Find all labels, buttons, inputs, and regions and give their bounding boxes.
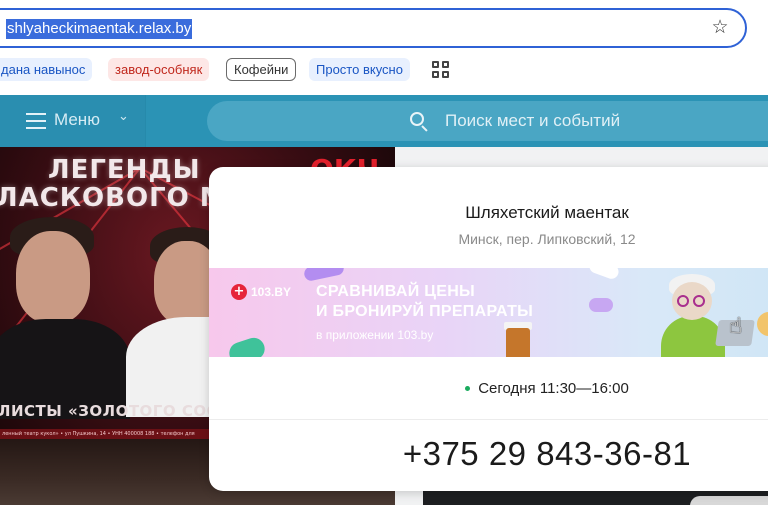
browser-chrome: shlyaheckimaentak.relax.by ☆ дана навыно… — [0, 0, 768, 95]
site-header: Меню ⌄ Поиск мест и событий — [0, 95, 768, 147]
divider — [209, 419, 768, 420]
suggestion-chips: дана навынос завод-особняк Кофейни Прост… — [0, 58, 768, 82]
phone-number[interactable]: +375 29 843-36-81 — [209, 435, 768, 473]
place-address: Минск, пер. Липковский, 12 — [458, 231, 636, 247]
medicine-bottle — [506, 328, 530, 357]
hours-text: Сегодня 11:30—16:00 — [478, 380, 629, 397]
ad-banner[interactable]: + 103.BY СРАВНИВАЙ ЦЕНЫ И БРОНИРУЙ ПРЕПА… — [209, 268, 768, 357]
chip-factory[interactable]: завод-особняк — [108, 58, 210, 81]
poster-fine-print: ленный театр кукол» • ул Пушкина, 14 • У… — [2, 431, 195, 437]
menu-label: Меню — [54, 110, 100, 129]
poster-title-line1: ЛЕГЕНДЫ — [48, 155, 201, 185]
chevron-down-icon: ⌄ — [118, 109, 129, 124]
banner-caption: в приложении 103.by — [316, 328, 434, 342]
pill-decoration — [302, 268, 346, 283]
banner-brand: 103.BY — [251, 285, 292, 299]
plus-icon: + — [231, 284, 247, 300]
performer-left — [0, 207, 140, 419]
menu-button[interactable]: Меню ⌄ — [0, 95, 146, 147]
opening-hours: Сегодня 11:30—16:00 — [209, 380, 768, 397]
chip-tasty[interactable]: Просто вкусно — [309, 58, 410, 81]
url-text[interactable]: shlyaheckimaentak.relax.by — [6, 19, 193, 39]
pill-decoration — [226, 334, 268, 357]
search-icon — [410, 112, 430, 132]
status-dot — [465, 385, 471, 391]
banner-headline-2: И БРОНИРУЙ ПРЕПАРАТЫ — [316, 303, 534, 320]
hand-cursor-icon: ☝ — [729, 314, 743, 339]
page: shlyaheckimaentak.relax.by ☆ дана навыно… — [0, 0, 768, 505]
glasses-icon — [677, 295, 689, 307]
floating-button[interactable] — [690, 496, 768, 505]
grid-icon[interactable] — [432, 61, 450, 79]
hamburger-icon — [26, 113, 46, 129]
star-icon[interactable]: ☆ — [709, 16, 731, 38]
chip-coffee[interactable]: Кофейни — [226, 58, 297, 81]
glasses-icon — [693, 295, 705, 307]
pill-decoration — [757, 312, 768, 336]
pill-decoration — [587, 268, 621, 281]
chip-takeaway[interactable]: дана навынос — [0, 58, 93, 81]
place-title: Шляхетский маентак — [465, 203, 629, 222]
search-placeholder[interactable]: Поиск мест и событий — [445, 111, 620, 131]
pill-decoration — [589, 298, 613, 312]
banner-headline-1: СРАВНИВАЙ ЦЕНЫ — [316, 283, 476, 300]
poster-subtitle: ЛИСТЫ «ЗОЛОТОГО СОСТ — [0, 402, 229, 420]
site-search[interactable]: Поиск мест и событий — [207, 101, 768, 141]
address-bar[interactable]: shlyaheckimaentak.relax.by ☆ — [0, 8, 747, 48]
place-card-modal: Шляхетский маентак Минск, пер. Липковски… — [209, 167, 768, 491]
